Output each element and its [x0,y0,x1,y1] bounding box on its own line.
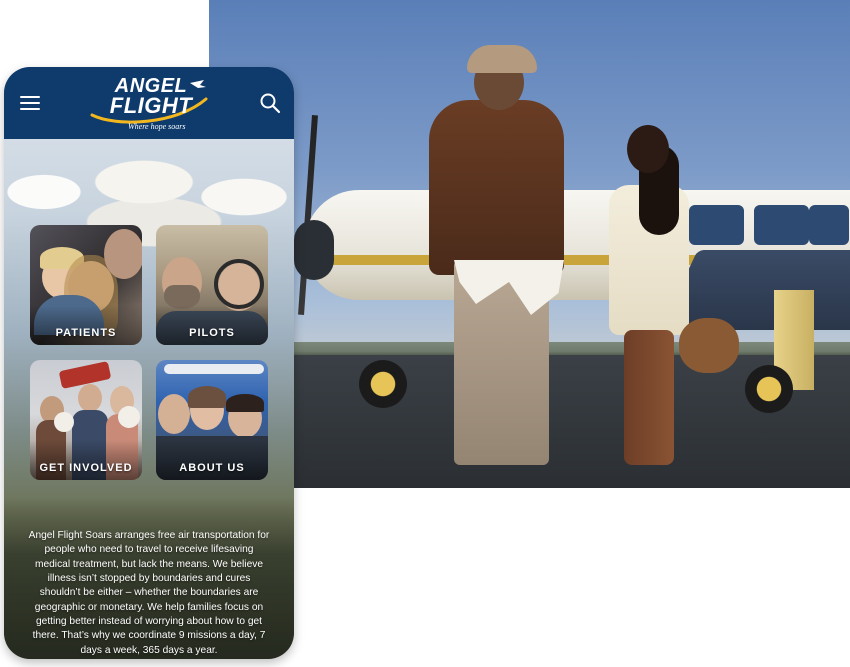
photo-woman-hair [188,386,226,408]
airplane-nose [294,220,334,280]
teddy-bear [679,318,739,373]
photo-teddy-bear [54,412,74,432]
tile-pilots-label: PILOTS [189,327,235,339]
photo-man1-face [158,394,190,434]
app-header: ANGEL FLIGHT Where hope soars [4,67,294,139]
airplane-main-wheel [745,365,793,413]
tile-pilots[interactable]: PILOTS [156,225,268,345]
angel-flight-logo[interactable]: ANGEL FLIGHT Where hope soars [86,71,216,135]
logo-word-flight: FLIGHT [109,93,193,118]
search-icon[interactable] [258,91,282,115]
mission-description: Angel Flight Soars arranges free air tra… [28,530,270,656]
tile-get-involved[interactable]: GET INVOLVED [30,360,142,480]
phone-mockup: ANGEL FLIGHT Where hope soars PATIENTS P… [4,67,294,659]
photo-airplane [164,364,264,374]
girl-figure [599,125,709,470]
photo-headset [214,259,264,309]
photo-person2-face [78,384,102,412]
tile-patients-label: PATIENTS [55,327,117,339]
airplane-window [754,205,809,245]
photo-man-face [104,229,142,279]
logo-tagline: Where hope soars [128,122,186,131]
pilot-figure [429,45,564,475]
tile-about-us-label: ABOUT US [179,462,245,474]
photo-teddy-bear [118,406,140,428]
hamburger-menu-icon[interactable] [20,95,40,111]
hero-photo [209,0,850,488]
photo-man2-hair [226,394,264,412]
tile-get-involved-label: GET INVOLVED [39,462,133,474]
tile-patients[interactable]: PATIENTS [30,225,142,345]
airplane-front-wheel [359,360,407,408]
tile-about-us[interactable]: ABOUT US [156,360,268,480]
airplane-window [809,205,849,245]
